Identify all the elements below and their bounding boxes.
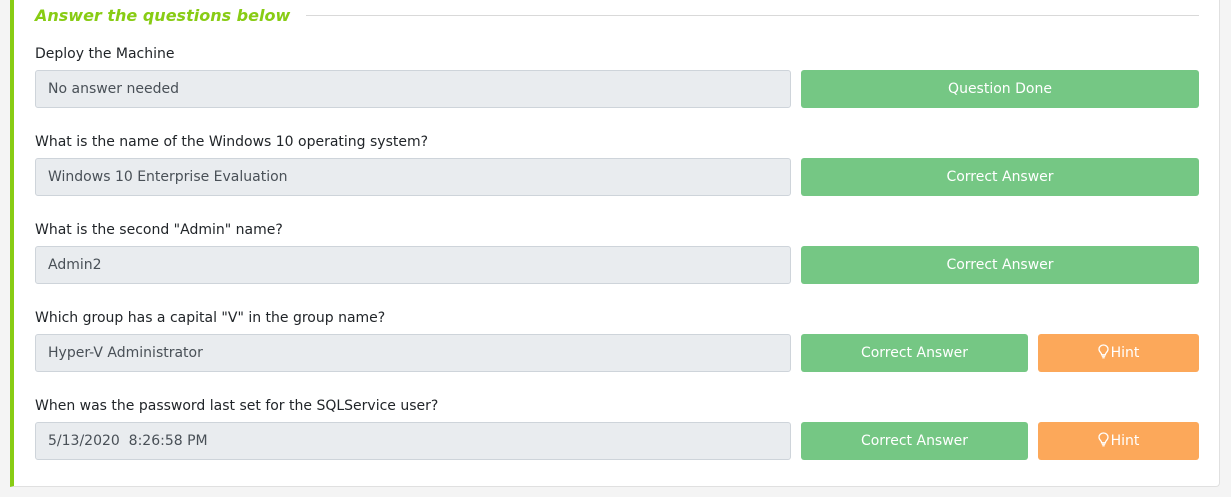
hint-button[interactable]: Hint: [1038, 334, 1199, 372]
question-text: What is the second "Admin" name?: [35, 222, 283, 238]
task-answers-panel: Answer the questions below Deploy the Ma…: [10, 0, 1220, 487]
answer-field[interactable]: Windows 10 Enterprise Evaluation: [35, 158, 791, 196]
question-1: Deploy the Machine No answer needed Ques…: [35, 46, 1199, 132]
panel-title: Answer the questions below: [35, 5, 291, 25]
question-5: When was the password last set for the S…: [35, 398, 1199, 484]
hint-button[interactable]: Hint: [1038, 422, 1199, 460]
answer-field[interactable]: Admin2: [35, 246, 791, 284]
header-divider: [306, 14, 1199, 16]
question-text: What is the name of the Windows 10 opera…: [35, 134, 429, 150]
question-3: What is the second "Admin" name? Admin2 …: [35, 222, 1199, 308]
question-text: When was the password last set for the S…: [35, 398, 439, 414]
question-text: Which group has a capital "V" in the gro…: [35, 310, 386, 326]
question-text: Deploy the Machine: [35, 46, 175, 62]
correct-answer-button[interactable]: Correct Answer: [801, 334, 1028, 372]
lightbulb-icon: [1097, 432, 1109, 447]
panel-header: Answer the questions below: [35, 2, 1199, 28]
correct-answer-button[interactable]: Correct Answer: [801, 422, 1028, 460]
question-4: Which group has a capital "V" in the gro…: [35, 310, 1199, 396]
question-done-button[interactable]: Question Done: [801, 70, 1199, 108]
answer-field[interactable]: 5/13/2020 8:26:58 PM: [35, 422, 791, 460]
lightbulb-icon: [1097, 344, 1109, 359]
answer-field[interactable]: Hyper-V Administrator: [35, 334, 791, 372]
hint-label: Hint: [1110, 345, 1140, 361]
correct-answer-button[interactable]: Correct Answer: [801, 246, 1199, 284]
correct-answer-button[interactable]: Correct Answer: [801, 158, 1199, 196]
question-2: What is the name of the Windows 10 opera…: [35, 134, 1199, 220]
answer-field[interactable]: No answer needed: [35, 70, 791, 108]
hint-label: Hint: [1110, 433, 1140, 449]
